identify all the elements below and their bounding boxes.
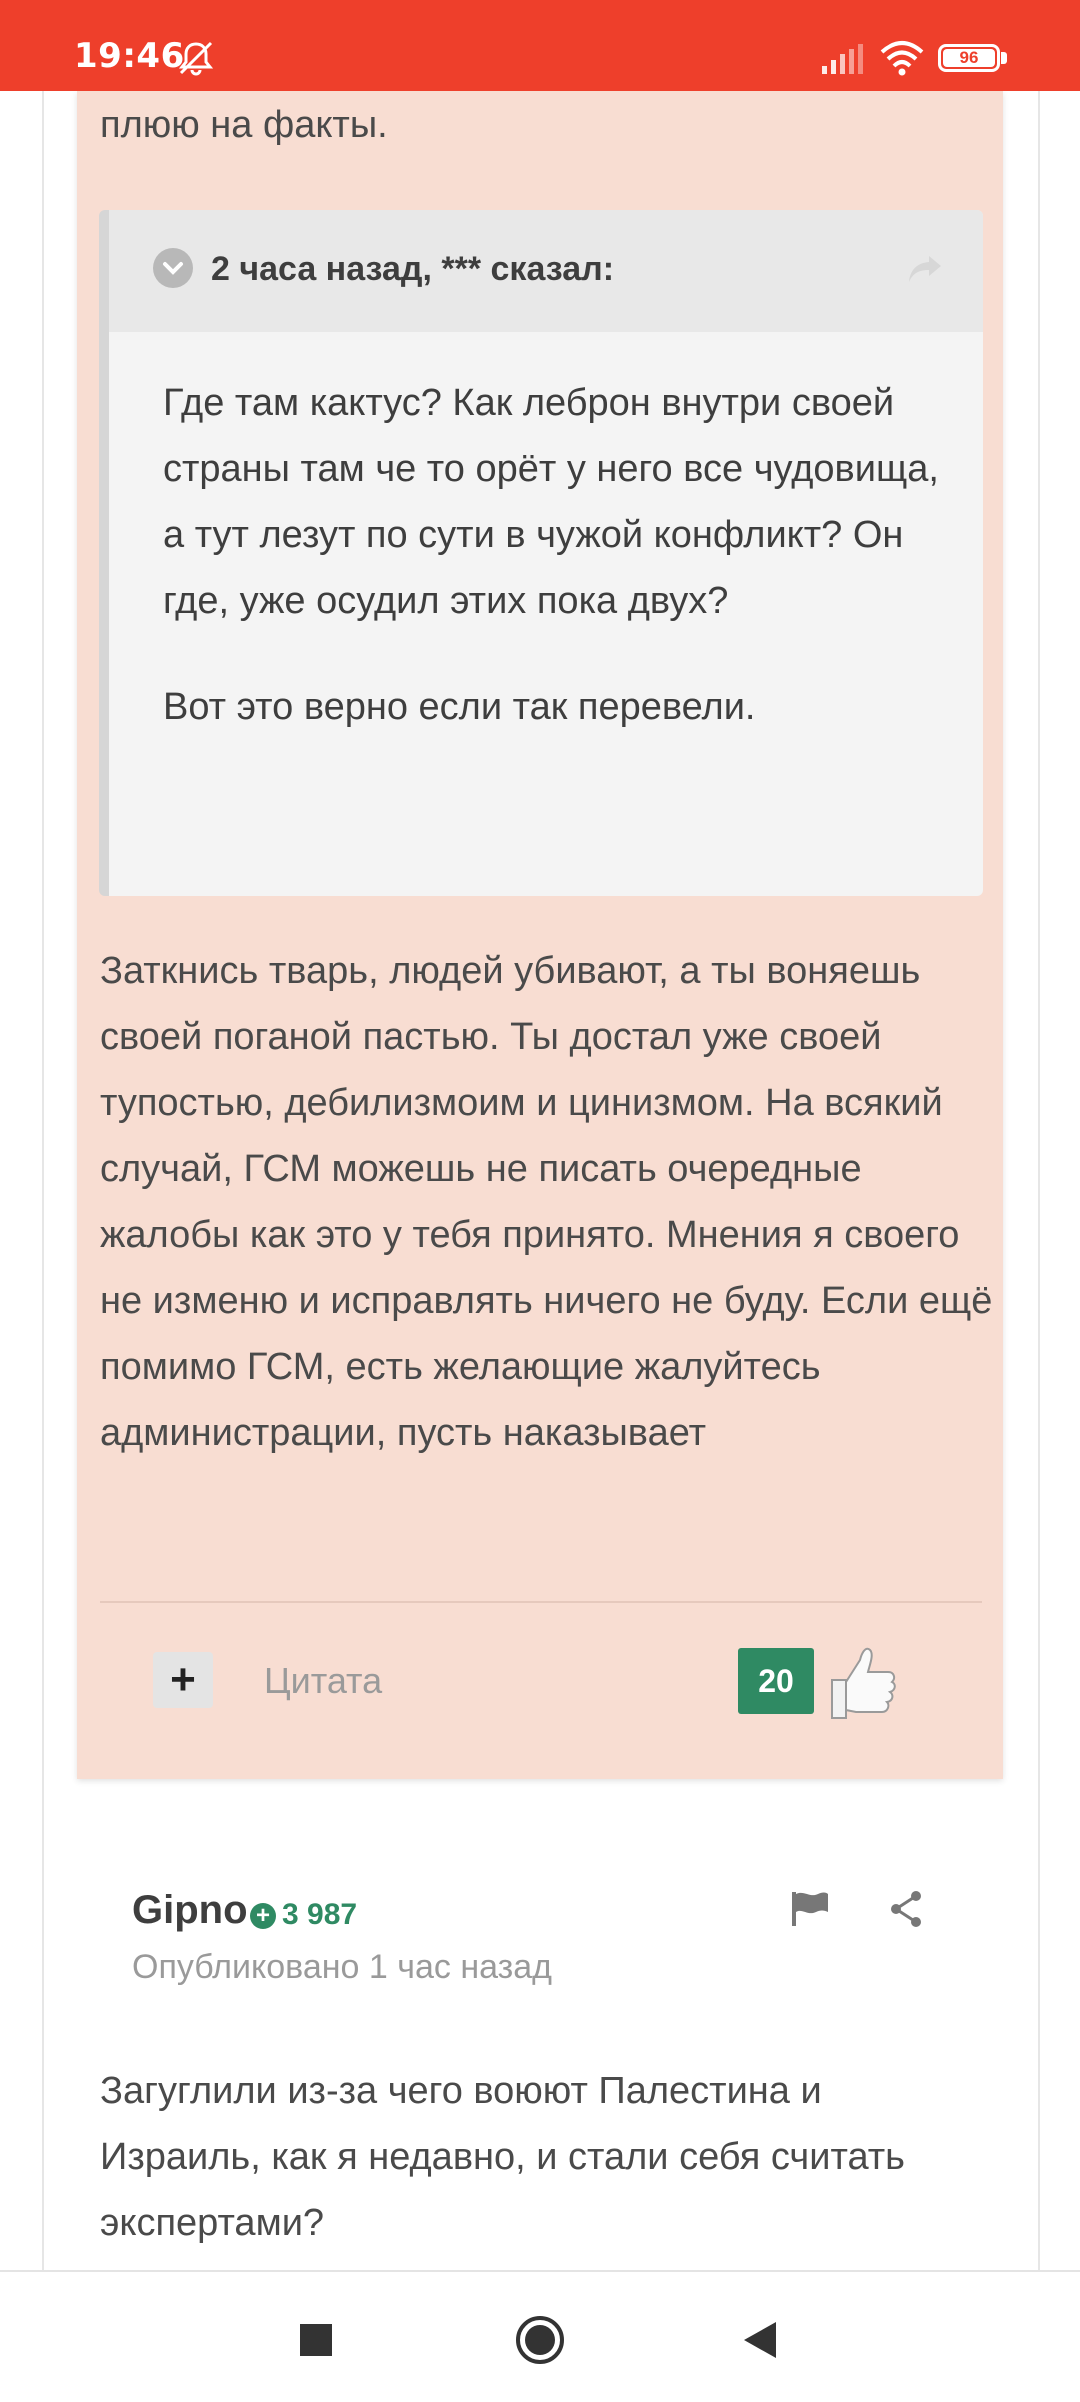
reputation-value: 3 987 [282, 1898, 358, 1931]
chevron-down-icon[interactable] [153, 248, 193, 288]
post-body: Заткнись тварь, людей убивают, а ты воня… [100, 950, 993, 1454]
battery-tip [1001, 52, 1007, 64]
battery-level: 96 [943, 49, 995, 67]
share-icon[interactable] [888, 1890, 924, 1928]
system-nav-bar [0, 2270, 1080, 2402]
quote-paragraph: Где там кактус? Как леброн внутри своей … [163, 382, 939, 622]
flag-icon[interactable] [790, 1890, 830, 1928]
published-time: Опубликовано 1 час назад [132, 1948, 552, 1986]
status-bar: 19:46 96 [0, 0, 1080, 91]
post-body: Загуглили из-за чего воюют Палестина и И… [100, 2070, 905, 2244]
post-divider [100, 1601, 982, 1603]
reputation-badge: +3 987 [250, 1898, 357, 1932]
quote-paragraph: Вот это верно если так перевели. [163, 686, 756, 728]
home-circle-icon[interactable] [514, 2314, 566, 2366]
quote-body: Где там кактус? Как леброн внутри своей … [163, 370, 963, 780]
back-triangle-icon[interactable] [740, 2320, 778, 2360]
thumbs-up-icon[interactable] [822, 1640, 898, 1724]
like-count-badge: 20 [738, 1648, 814, 1714]
quote-button[interactable]: Цитата [264, 1660, 382, 1702]
post-top-text: плюю на факты. [100, 104, 388, 146]
page-frame-right [1038, 0, 1040, 2270]
quote-header[interactable]: 2 часа назад, *** сказал: [109, 210, 983, 332]
post-author-name[interactable]: Gipno [132, 1888, 248, 1933]
share-arrow-icon[interactable] [907, 254, 943, 284]
mute-alarm-icon [178, 41, 214, 76]
quote-block: 2 часа назад, *** сказал: Где там кактус… [99, 210, 983, 896]
page-frame-left [42, 0, 44, 2270]
signal-icon [822, 44, 863, 74]
quote-author: 2 часа назад, *** сказал: [211, 250, 615, 288]
wifi-icon [880, 41, 924, 76]
multiquote-plus-button[interactable]: + [153, 1652, 213, 1708]
plus-circle-icon: + [250, 1903, 276, 1930]
battery-icon: 96 [938, 44, 1000, 72]
status-time: 19:46 [74, 36, 185, 76]
recents-square-icon[interactable] [298, 2322, 334, 2358]
